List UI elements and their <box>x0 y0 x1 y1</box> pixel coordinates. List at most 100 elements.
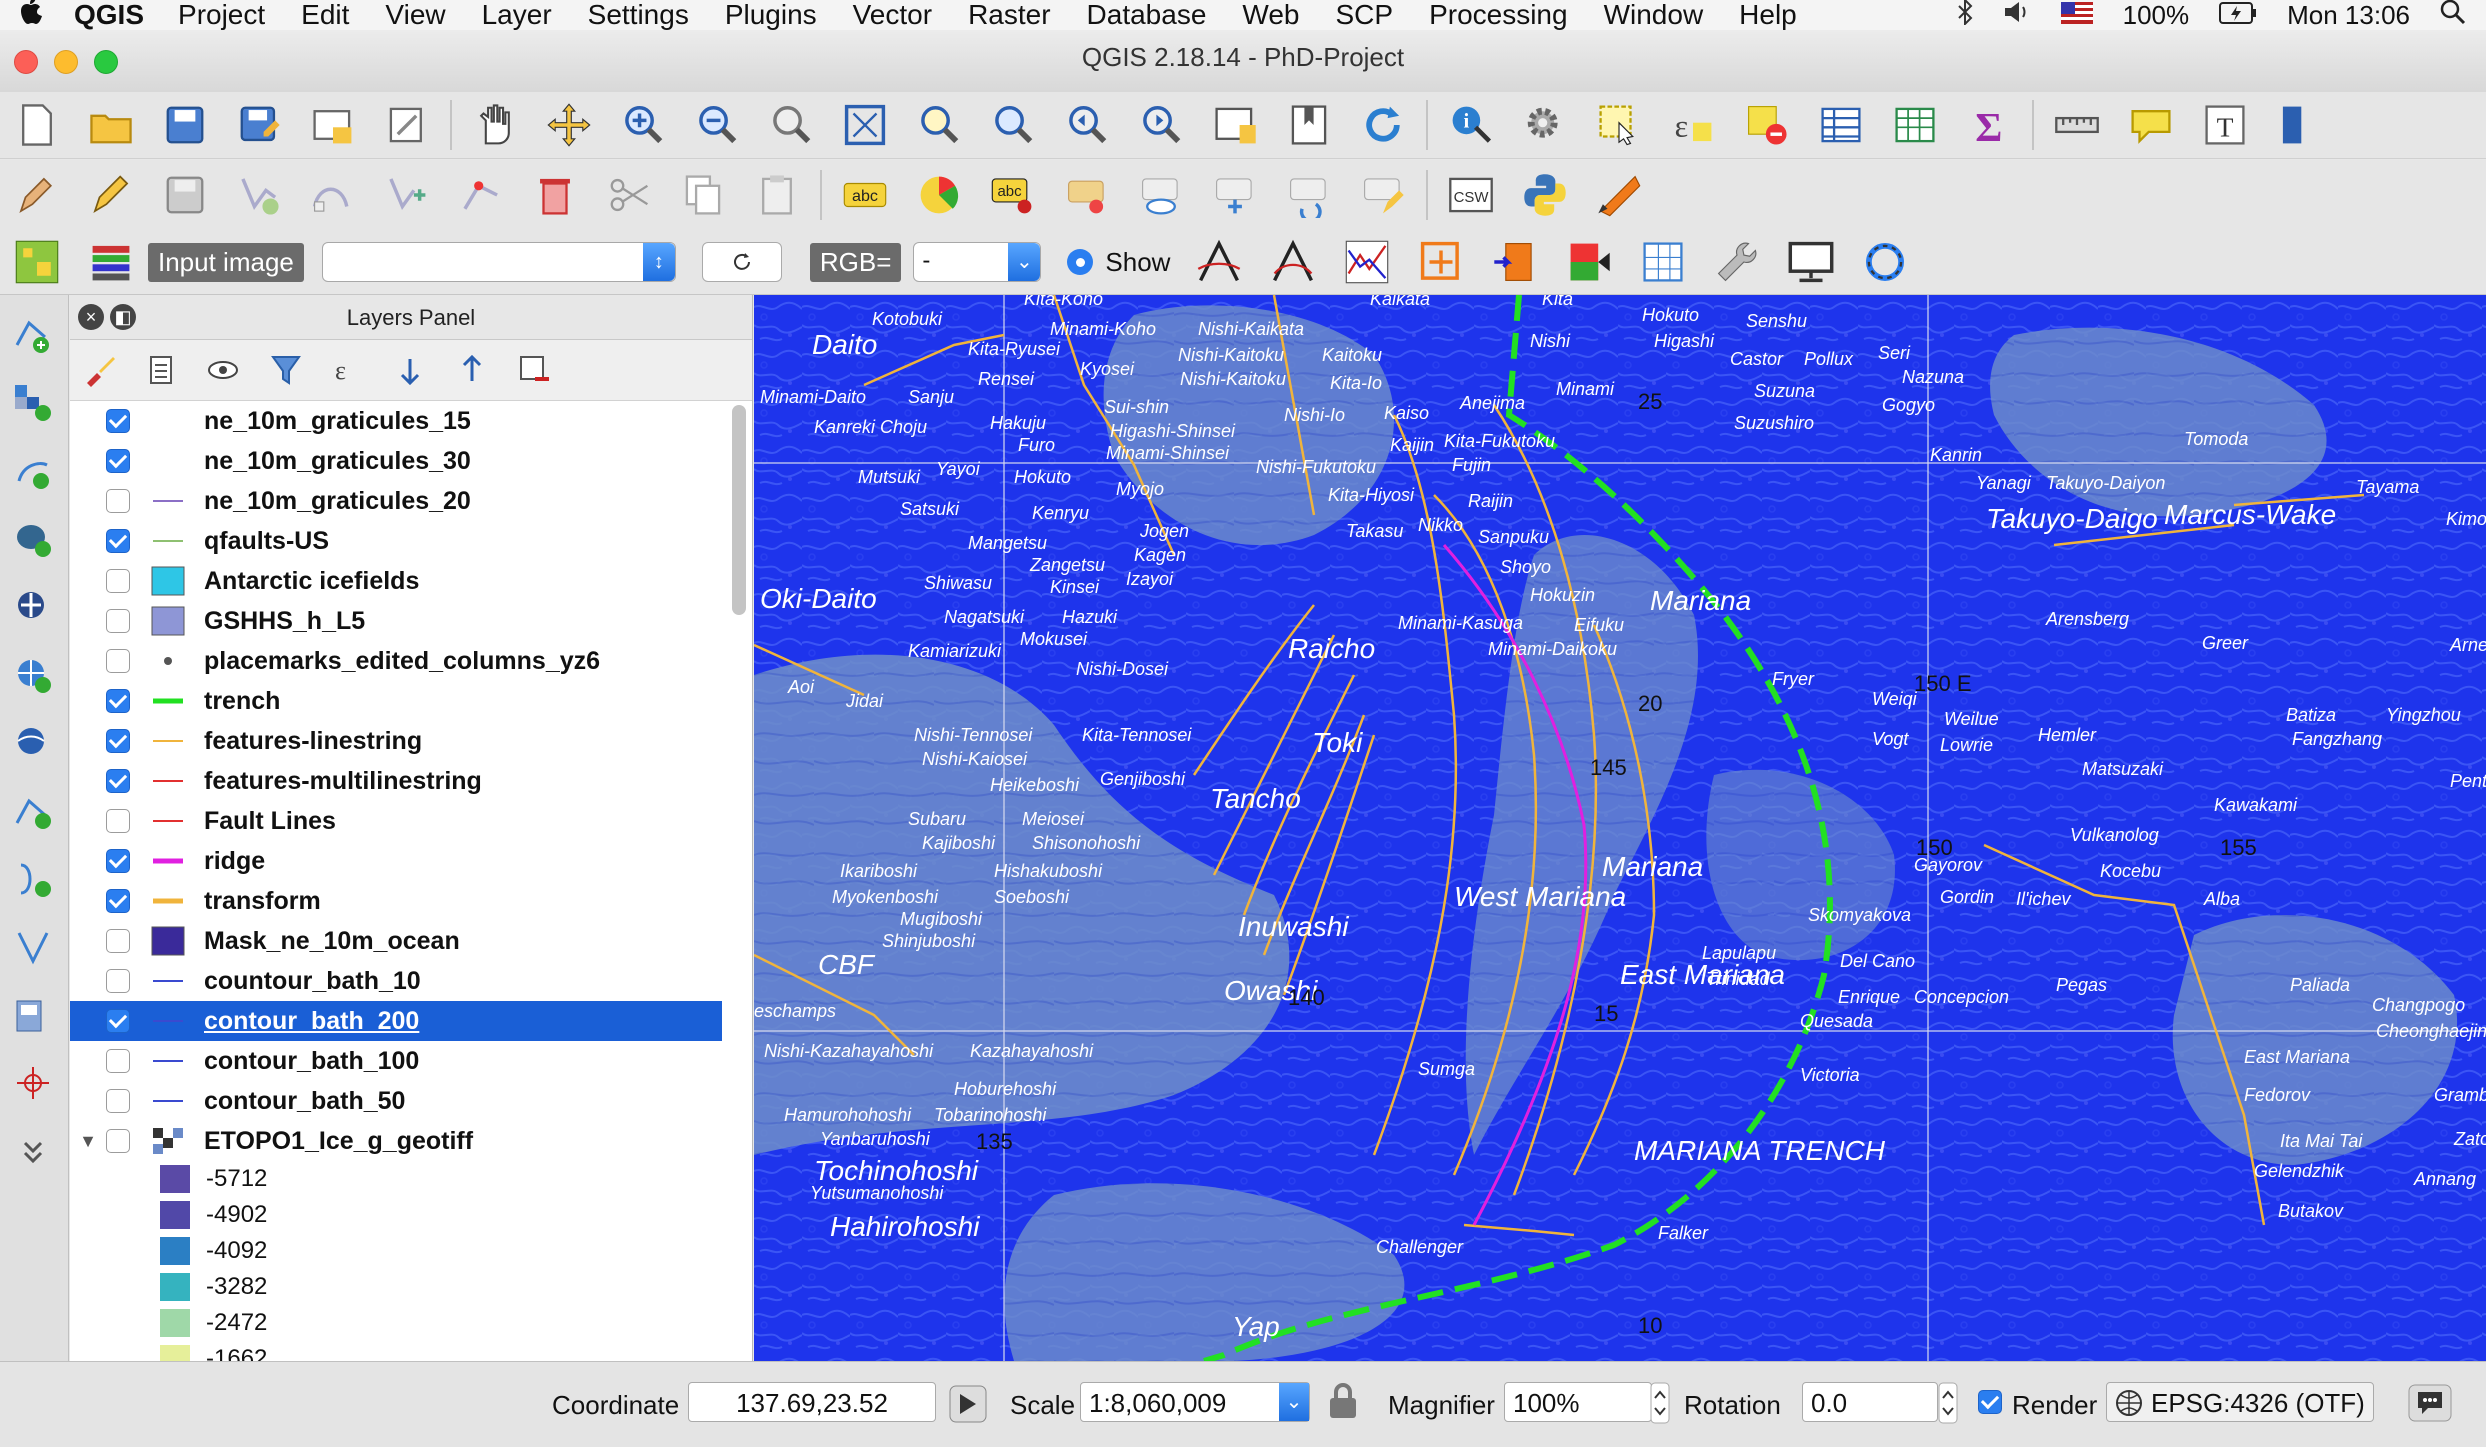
menu-edit[interactable]: Edit <box>301 0 349 31</box>
layer-visibility-checkbox[interactable] <box>106 929 130 953</box>
add-feature-button[interactable] <box>231 167 287 223</box>
add-mssql-button[interactable] <box>8 579 58 635</box>
zoom-to-selection-button[interactable] <box>911 97 967 153</box>
coordinate-field[interactable]: 137.69,23.52 <box>688 1382 936 1422</box>
save-project-button[interactable] <box>157 97 213 153</box>
manage-map-themes-button[interactable] <box>204 350 244 390</box>
local-cumulative-stretch-button[interactable] <box>1191 234 1247 290</box>
volume-icon[interactable] <box>2003 0 2031 31</box>
show-rgb-radio[interactable] <box>1067 249 1094 275</box>
layer-visibility-checkbox[interactable] <box>106 529 130 553</box>
statistical-summary-button[interactable]: Σ <box>1961 97 2017 153</box>
layer-visibility-checkbox[interactable] <box>106 689 130 713</box>
georeferencer-button[interactable] <box>1591 167 1647 223</box>
new-bookmark-button[interactable] <box>1281 97 1337 153</box>
menu-vector[interactable]: Vector <box>853 0 932 31</box>
layer-visibility-checkbox[interactable] <box>106 969 130 993</box>
refresh-button[interactable] <box>1355 97 1411 153</box>
layer-row[interactable]: countour_bath_10 <box>70 961 722 1001</box>
layer-row[interactable]: ne_10m_graticules_15 <box>70 401 722 441</box>
rotate-label-button[interactable] <box>1281 167 1337 223</box>
more-tools-button[interactable] <box>8 1123 58 1179</box>
zoom-last-button[interactable] <box>1059 97 1115 153</box>
apple-icon[interactable] <box>20 0 60 33</box>
cut-features-button[interactable] <box>601 167 657 223</box>
save-as-button[interactable] <box>231 97 287 153</box>
add-spatialite-button[interactable] <box>8 443 58 499</box>
identify-features-button[interactable]: i <box>1443 97 1499 153</box>
change-label-button[interactable] <box>1355 167 1411 223</box>
filter-legend-button[interactable] <box>266 350 306 390</box>
layer-visibility-checkbox[interactable] <box>106 769 130 793</box>
add-raster-layer-button[interactable] <box>8 375 58 431</box>
menu-web[interactable]: Web <box>1242 0 1299 31</box>
layer-visibility-checkbox[interactable] <box>106 849 130 873</box>
toggle-editing-button[interactable] <box>83 167 139 223</box>
app-menu-qgis[interactable]: QGIS <box>74 0 144 31</box>
menu-layer[interactable]: Layer <box>482 0 552 31</box>
deselect-all-button[interactable] <box>1739 97 1795 153</box>
layer-row[interactable]: ridge <box>70 841 722 881</box>
remove-layer-button[interactable] <box>514 350 554 390</box>
new-project-button[interactable] <box>9 97 65 153</box>
us-flag-icon[interactable] <box>2060 0 2093 31</box>
add-virtual-layer-button[interactable] <box>8 919 58 975</box>
layer-labeling-button[interactable]: abc <box>837 167 893 223</box>
layer-visibility-checkbox[interactable] <box>106 449 130 473</box>
capture-coordinate-button[interactable] <box>8 1055 58 1111</box>
scp-settings-button[interactable] <box>1709 234 1765 290</box>
bluetooth-icon[interactable] <box>1957 0 1973 32</box>
layer-row[interactable]: placemarks_edited_columns_yz6 <box>70 641 722 681</box>
layer-row[interactable]: contour_bath_200 <box>70 1001 722 1041</box>
magnifier-stepper[interactable] <box>1650 1382 1670 1431</box>
save-layer-edits-button[interactable] <box>157 167 213 223</box>
layer-row[interactable]: ne_10m_graticules_20 <box>70 481 722 521</box>
filter-by-expression-button[interactable]: ε <box>328 350 368 390</box>
expand-all-button[interactable] <box>390 350 430 390</box>
scale-combo[interactable]: 1:8,060,009 ⌄ <box>1080 1382 1310 1422</box>
layer-visibility-checkbox[interactable] <box>106 569 130 593</box>
menu-project[interactable]: Project <box>178 0 265 31</box>
text-annotation-button[interactable]: T <box>2197 97 2253 153</box>
add-wms-button[interactable] <box>8 647 58 703</box>
scp-band-set-button[interactable] <box>83 234 139 290</box>
layer-row[interactable]: Fault Lines <box>70 801 722 841</box>
copy-features-button[interactable] <box>675 167 731 223</box>
redo-roi-button[interactable] <box>1487 234 1543 290</box>
battery-icon[interactable] <box>2219 0 2257 31</box>
zoom-out-button[interactable] <box>689 97 745 153</box>
layer-visibility-checkbox[interactable] <box>106 409 130 433</box>
add-group-button[interactable] <box>142 350 182 390</box>
rotation-field[interactable]: 0.0 <box>1802 1382 1938 1422</box>
composer-manager-button[interactable] <box>379 97 435 153</box>
new-map-view-button[interactable] <box>1207 97 1263 153</box>
menu-database[interactable]: Database <box>1087 0 1207 31</box>
add-postgis-button[interactable] <box>8 511 58 567</box>
input-image-select[interactable]: ↕ <box>321 242 676 282</box>
paste-features-button[interactable] <box>749 167 805 223</box>
layer-diagram-button[interactable] <box>911 167 967 223</box>
layer-row[interactable]: contour_bath_100 <box>70 1041 722 1081</box>
layer-visibility-checkbox[interactable] <box>106 1129 130 1153</box>
open-attribute-table-button[interactable] <box>1813 97 1869 153</box>
highlight-pinned-labels-button[interactable] <box>1059 167 1115 223</box>
render-checkbox[interactable] <box>1978 1390 2002 1414</box>
menu-scp[interactable]: SCP <box>1335 0 1393 31</box>
zoom-full-button[interactable] <box>837 97 893 153</box>
menubar-clock[interactable]: Mon 13:06 <box>2287 0 2410 31</box>
layer-row[interactable]: qfaults-US <box>70 521 722 561</box>
layer-row[interactable]: Antarctic icefields <box>70 561 722 601</box>
open-layer-styling-button[interactable] <box>80 350 120 390</box>
roi-pointer-button[interactable] <box>1413 234 1469 290</box>
current-edits-button[interactable] <box>9 167 65 223</box>
scp-cycle-button[interactable] <box>1857 234 1913 290</box>
open-project-button[interactable] <box>83 97 139 153</box>
scp-dock-button[interactable] <box>9 234 65 290</box>
menu-window[interactable]: Window <box>1604 0 1704 31</box>
overflow-toolbar-button[interactable] <box>2271 97 2327 153</box>
add-wcs-button[interactable] <box>8 715 58 771</box>
zoom-native-button[interactable] <box>763 97 819 153</box>
menu-view[interactable]: View <box>385 0 445 31</box>
zoom-in-button[interactable] <box>615 97 671 153</box>
csw-search-button[interactable]: CSW <box>1443 167 1499 223</box>
